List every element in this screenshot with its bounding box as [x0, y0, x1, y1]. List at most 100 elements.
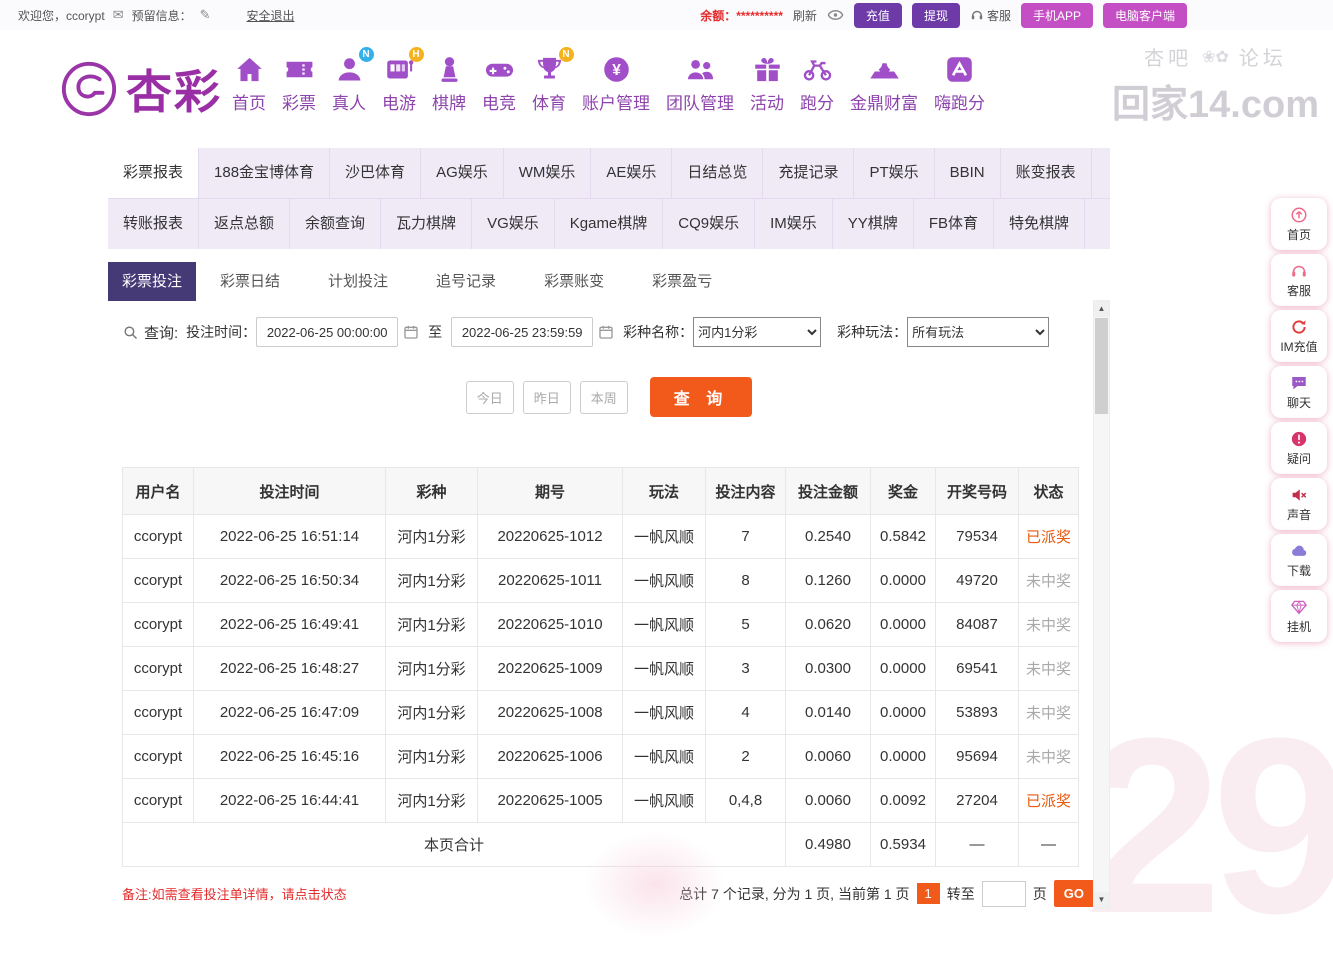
side-btn-home-top[interactable]: 首页: [1271, 198, 1327, 250]
cell: 河内1分彩: [386, 691, 478, 735]
tab-row1-10[interactable]: 账变报表: [1001, 148, 1092, 198]
today-button[interactable]: 今日: [466, 381, 514, 414]
subtab-0[interactable]: 彩票投注: [108, 262, 196, 301]
tab-row1-3[interactable]: AG娱乐: [421, 148, 504, 198]
status-cell[interactable]: 未中奖: [1019, 559, 1079, 603]
nav-item-team[interactable]: 团队管理: [658, 52, 742, 114]
play-select[interactable]: 所有玩法: [907, 317, 1049, 347]
calendar-icon[interactable]: [598, 324, 614, 340]
week-button[interactable]: 本周: [580, 381, 628, 414]
end-time-input[interactable]: [451, 317, 593, 347]
subtab-1[interactable]: 彩票日结: [196, 262, 304, 301]
tab-row2-1[interactable]: 返点总额: [199, 199, 290, 249]
scroll-down-arrow[interactable]: ▼: [1094, 892, 1109, 908]
scroll-up-arrow[interactable]: ▲: [1094, 301, 1109, 317]
nav-item-esports[interactable]: 电竞: [474, 52, 524, 114]
tab-row1-0[interactable]: 彩票报表: [108, 148, 199, 198]
watermark-top: 杏吧 ❀✿ 论坛: [1112, 42, 1319, 71]
tab-row2-4[interactable]: VG娱乐: [472, 199, 555, 249]
tab-row2-9[interactable]: FB体育: [914, 199, 994, 249]
nav-item-activity[interactable]: 活动: [742, 52, 792, 114]
cell: 河内1分彩: [386, 735, 478, 779]
withdraw-button[interactable]: 提现: [912, 3, 960, 28]
tab-row1-7[interactable]: 充提记录: [763, 148, 854, 198]
refresh-link[interactable]: 刷新: [793, 7, 817, 24]
cloud-icon: [1290, 542, 1308, 560]
nav-item-egames[interactable]: H电游: [374, 52, 424, 114]
recharge-button[interactable]: 充值: [854, 3, 902, 28]
site-logo[interactable]: 杏彩: [60, 56, 222, 122]
scroll-thumb[interactable]: [1095, 318, 1108, 414]
eye-icon[interactable]: [827, 9, 844, 21]
current-page-badge[interactable]: 1: [917, 883, 940, 904]
subtab-4[interactable]: 彩票账变: [520, 262, 628, 301]
status-cell[interactable]: 未中奖: [1019, 691, 1079, 735]
subtab-3[interactable]: 追号记录: [412, 262, 520, 301]
table-row: ccorypt2022-06-25 16:44:41河内1分彩20220625-…: [123, 779, 1079, 823]
yesterday-button[interactable]: 昨日: [523, 381, 571, 414]
message-icon[interactable]: ✉: [113, 7, 124, 23]
tab-row2-6[interactable]: CQ9娱乐: [663, 199, 755, 249]
side-btn-question[interactable]: 疑问: [1271, 422, 1327, 474]
nav-item-account[interactable]: ¥账户管理: [574, 52, 658, 114]
tab-row1-6[interactable]: 日结总览: [672, 148, 763, 198]
status-cell[interactable]: 已派奖: [1019, 515, 1079, 559]
tab-row2-10[interactable]: 特免棋牌: [994, 199, 1085, 249]
side-btn-chat[interactable]: 聊天: [1271, 366, 1327, 418]
tab-row1-8[interactable]: PT娱乐: [854, 148, 934, 198]
cell: 0.0620: [786, 603, 871, 647]
refresh-icon: [1290, 318, 1308, 336]
nav-item-wealth[interactable]: 金鼎财富: [842, 52, 926, 114]
status-cell[interactable]: 未中奖: [1019, 603, 1079, 647]
service-link[interactable]: 客服: [970, 7, 1011, 24]
goto-page-input[interactable]: [982, 881, 1026, 907]
nav-item-live[interactable]: N真人: [324, 52, 374, 114]
nav-item-hi-paofen[interactable]: 嗨跑分: [926, 52, 993, 114]
status-cell[interactable]: 未中奖: [1019, 647, 1079, 691]
scrollbar[interactable]: ▲ ▼: [1093, 300, 1110, 909]
nav-item-home[interactable]: 首页: [224, 52, 274, 114]
nav-item-board-games[interactable]: 棋牌: [424, 52, 474, 114]
nav-label: 电游: [382, 89, 416, 114]
mute-icon: [1290, 486, 1308, 504]
cell: 2022-06-25 16:50:34: [194, 559, 386, 603]
summary-label: 本页合计: [123, 823, 786, 867]
tab-row1-9[interactable]: BBIN: [935, 148, 1001, 198]
side-btn-hangup[interactable]: 挂机: [1271, 590, 1327, 642]
nav-item-sports[interactable]: N体育: [524, 52, 574, 114]
tab-row2-2[interactable]: 余额查询: [290, 199, 381, 249]
edit-icon[interactable]: ✎: [200, 7, 211, 23]
go-button[interactable]: GO: [1054, 880, 1094, 907]
search-button[interactable]: 查 询: [650, 377, 752, 417]
lottery-select[interactable]: 河内1分彩: [693, 317, 821, 347]
cell: 一帆风顺: [623, 603, 706, 647]
tab-row2-8[interactable]: YY棋牌: [833, 199, 914, 249]
pc-client-button[interactable]: 电脑客户端: [1103, 3, 1187, 28]
side-label: 声音: [1287, 506, 1311, 523]
tab-row2-3[interactable]: 瓦力棋牌: [381, 199, 472, 249]
side-btn-im-recharge[interactable]: IM充值: [1271, 310, 1327, 362]
status-cell[interactable]: 未中奖: [1019, 735, 1079, 779]
status-cell[interactable]: 已派奖: [1019, 779, 1079, 823]
tab-row2-5[interactable]: Kgame棋牌: [555, 199, 664, 249]
nav-item-lottery[interactable]: 彩票: [274, 52, 324, 114]
nav-item-paofen[interactable]: 跑分: [792, 52, 842, 114]
tab-row1-2[interactable]: 沙巴体育: [330, 148, 421, 198]
side-btn-service[interactable]: 客服: [1271, 254, 1327, 306]
tab-row2-0[interactable]: 转账报表: [108, 199, 199, 249]
tab-row2-7[interactable]: IM娱乐: [755, 199, 833, 249]
side-btn-sound[interactable]: 声音: [1271, 478, 1327, 530]
tab-row1-1[interactable]: 188金宝博体育: [199, 148, 330, 198]
calendar-icon[interactable]: [403, 324, 419, 340]
alert-icon: [1290, 430, 1308, 448]
side-btn-download[interactable]: 下载: [1271, 534, 1327, 586]
start-time-input[interactable]: [256, 317, 398, 347]
tab-row1-5[interactable]: AE娱乐: [591, 148, 672, 198]
logout-link[interactable]: 安全退出: [247, 7, 295, 24]
mobile-app-button[interactable]: 手机APP: [1021, 3, 1093, 28]
tab-row1-4[interactable]: WM娱乐: [504, 148, 592, 198]
cell: ccorypt: [123, 691, 194, 735]
cell: 河内1分彩: [386, 515, 478, 559]
subtab-2[interactable]: 计划投注: [304, 262, 412, 301]
subtab-5[interactable]: 彩票盈亏: [628, 262, 736, 301]
